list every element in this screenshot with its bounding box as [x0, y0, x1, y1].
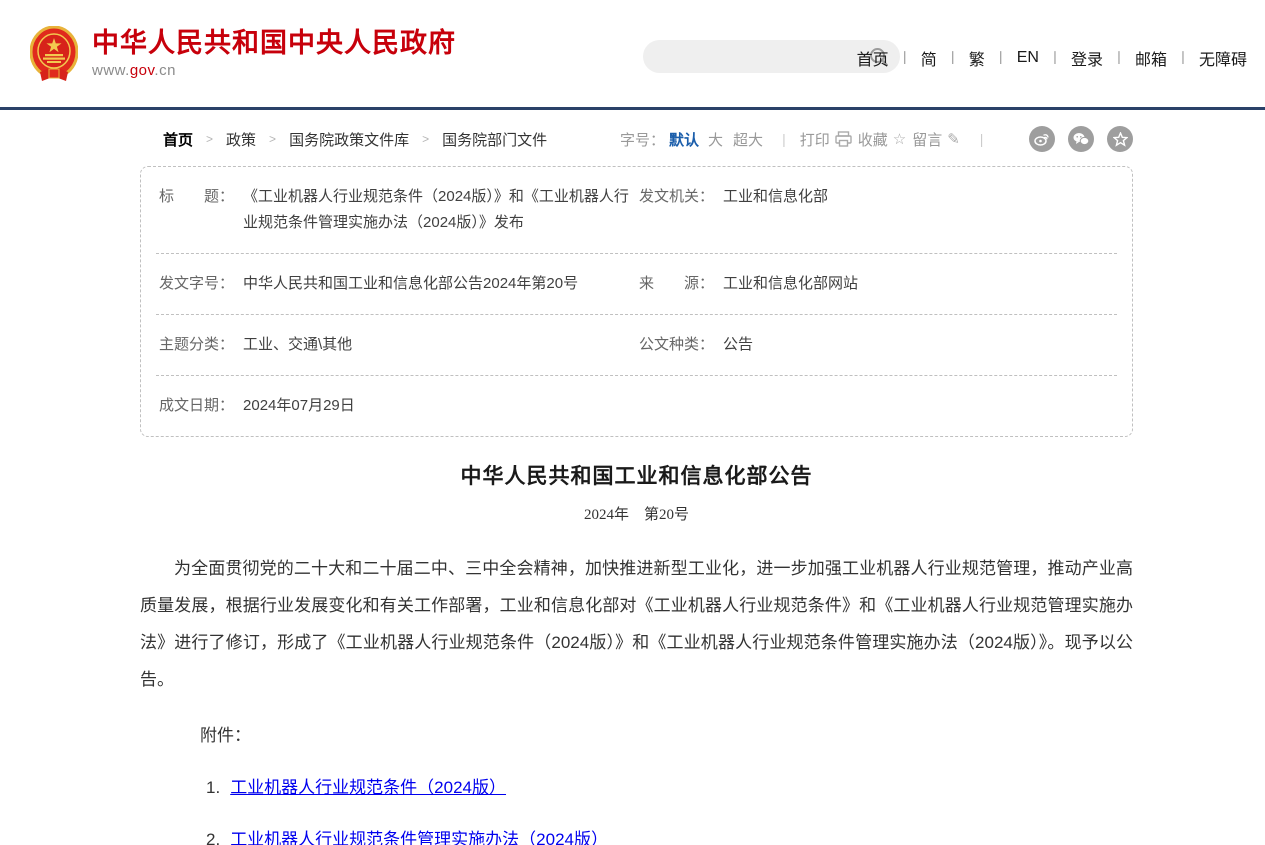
document-meta-table: 标 题： 《工业机器人行业规范条件（2024版）》和《工业机器人行业规范条件管理…	[140, 166, 1133, 437]
page-toolbar: 首页 > 政策 > 国务院政策文件库 > 国务院部门文件 字号： 默认 大 超大…	[140, 126, 1133, 152]
meta-doctype-value: 公告	[723, 332, 753, 358]
breadcrumb-library[interactable]: 国务院政策文件库	[289, 129, 409, 150]
article-body: 为全面贯彻党的二十大和二十届二中、三中全会精神，加快推进新型工业化，进一步加强工…	[140, 550, 1133, 698]
font-size-xlarge-button[interactable]: 超大	[733, 129, 763, 150]
meta-title-value: 《工业机器人行业规范条件（2024版）》和《工业机器人行业规范条件管理实施办法（…	[243, 184, 635, 236]
weibo-share-icon[interactable]	[1029, 126, 1055, 152]
meta-source-value: 工业和信息化部网站	[723, 271, 858, 297]
meta-row-title: 标 题： 《工业机器人行业规范条件（2024版）》和《工业机器人行业规范条件管理…	[156, 167, 1117, 254]
attachment-number: 2.	[206, 830, 220, 845]
nav-separator: 丨	[898, 48, 912, 68]
meta-date-label: 成文日期：	[159, 393, 234, 419]
meta-category-value: 工业、交通\其他	[243, 332, 352, 358]
article-paragraph: 为全面贯彻党的二十大和二十届二中、三中全会精神，加快推进新型工业化，进一步加强工…	[140, 550, 1133, 698]
site-url-prefix: www.	[92, 62, 130, 79]
meta-issuer-value: 工业和信息化部	[723, 184, 828, 236]
attachment-link-2[interactable]: 工业机器人行业规范条件管理实施办法（2024版）	[230, 825, 608, 845]
comment-button[interactable]: 留言 ✎	[912, 129, 960, 150]
site-url-gov: gov	[130, 62, 155, 79]
favorite-button[interactable]: 收藏 ☆	[858, 129, 906, 150]
site-title: 中华人民共和国中央人民政府	[92, 28, 456, 58]
site-url-suffix: .cn	[154, 62, 176, 79]
attachment-item: 1. 工业机器人行业规范条件（2024版）	[206, 773, 1133, 798]
nav-mail[interactable]: 邮箱	[1135, 46, 1167, 70]
nav-separator: 丨	[1048, 48, 1062, 68]
meta-row-date: 成文日期： 2024年07月29日	[156, 376, 1117, 436]
star-share-icon[interactable]	[1107, 126, 1133, 152]
breadcrumb: 首页 > 政策 > 国务院政策文件库 > 国务院部门文件	[163, 129, 547, 150]
favorite-label: 收藏	[858, 129, 888, 150]
font-size-default-button[interactable]: 默认	[669, 129, 699, 150]
nav-simplified[interactable]: 简	[921, 46, 937, 70]
chevron-right-icon: >	[206, 132, 213, 146]
article-subtitle: 2024年 第20号	[140, 503, 1133, 524]
nav-english[interactable]: EN	[1017, 49, 1039, 67]
site-header: 中华人民共和国中央人民政府 www.gov.cn 首页丨 简丨 繁丨 EN丨 登…	[0, 0, 1265, 110]
star-icon: ☆	[893, 130, 906, 148]
nav-traditional[interactable]: 繁	[969, 46, 985, 70]
comment-label: 留言	[912, 129, 942, 150]
top-nav: 首页丨 简丨 繁丨 EN丨 登录丨 邮箱丨 无障碍	[857, 46, 1247, 70]
toolbar-divider: |	[782, 131, 786, 147]
meta-category-label: 主题分类：	[159, 332, 234, 358]
chevron-right-icon: >	[269, 132, 276, 146]
breadcrumb-home[interactable]: 首页	[163, 129, 193, 150]
meta-row-category: 主题分类： 工业、交通\其他 公文种类： 公告	[156, 315, 1117, 376]
national-emblem-icon	[30, 26, 78, 82]
breadcrumb-dept-docs[interactable]: 国务院部门文件	[442, 129, 547, 150]
meta-title-label: 标 题：	[159, 184, 234, 236]
nav-separator: 丨	[1112, 48, 1126, 68]
nav-separator: 丨	[946, 48, 960, 68]
meta-date-value: 2024年07月29日	[243, 393, 355, 419]
share-tools	[1016, 126, 1133, 152]
toolbar-divider: |	[980, 131, 984, 147]
meta-docnumber-label: 发文字号：	[159, 271, 234, 297]
font-size-label: 字号：	[620, 129, 665, 150]
attachment-number: 1.	[206, 778, 220, 798]
meta-row-docnumber: 发文字号： 中华人民共和国工业和信息化部公告2024年第20号 来 源： 工业和…	[156, 254, 1117, 315]
wechat-share-icon[interactable]	[1068, 126, 1094, 152]
breadcrumb-policy[interactable]: 政策	[226, 129, 256, 150]
chevron-right-icon: >	[422, 132, 429, 146]
nav-accessibility[interactable]: 无障碍	[1199, 46, 1247, 70]
attachments-label: 附件：	[200, 721, 1133, 746]
article-title: 中华人民共和国工业和信息化部公告	[140, 460, 1133, 490]
search-input[interactable]	[643, 40, 864, 73]
nav-separator: 丨	[1176, 48, 1190, 68]
meta-docnumber-value: 中华人民共和国工业和信息化部公告2024年第20号	[243, 271, 578, 297]
attachment-link-1[interactable]: 工业机器人行业规范条件（2024版）	[230, 773, 506, 798]
nav-login[interactable]: 登录	[1071, 46, 1103, 70]
nav-home[interactable]: 首页	[857, 46, 889, 70]
print-label: 打印	[800, 129, 830, 150]
pencil-icon: ✎	[947, 130, 960, 148]
font-size-large-button[interactable]: 大	[708, 129, 723, 150]
meta-source-label: 来 源：	[639, 271, 714, 297]
printer-icon	[835, 131, 852, 147]
meta-doctype-label: 公文种类：	[639, 332, 714, 358]
font-size-tools: 字号： 默认 大 超大 | 打印 收藏 ☆ 留言 ✎ |	[620, 129, 997, 150]
site-url: www.gov.cn	[92, 62, 456, 79]
nav-separator: 丨	[994, 48, 1008, 68]
attachment-item: 2. 工业机器人行业规范条件管理实施办法（2024版）	[206, 825, 1133, 845]
site-logo[interactable]: 中华人民共和国中央人民政府 www.gov.cn	[30, 26, 456, 82]
print-button[interactable]: 打印	[800, 129, 852, 150]
article: 中华人民共和国工业和信息化部公告 2024年 第20号 为全面贯彻党的二十大和二…	[140, 460, 1133, 845]
meta-issuer-label: 发文机关：	[639, 184, 714, 236]
